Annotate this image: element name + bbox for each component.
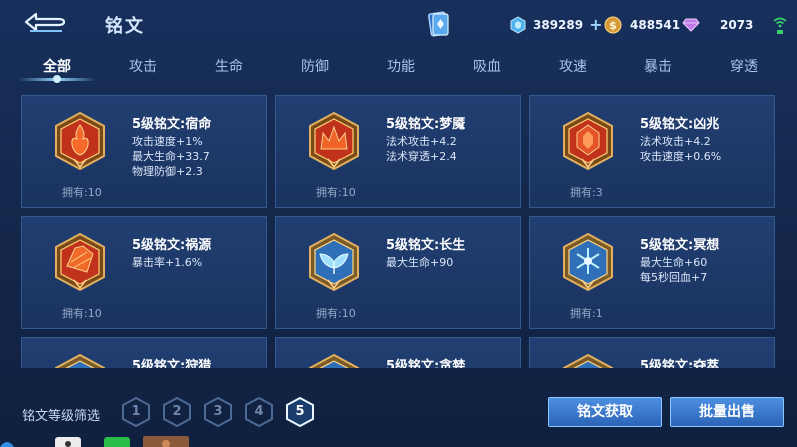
red-gem-emblem-icon (563, 111, 613, 171)
wifi-signal-icon (773, 17, 787, 34)
tab-health[interactable]: 生命 (215, 56, 243, 76)
top-bar: 铭文 389289 + $ 488541 2073 (0, 0, 797, 48)
inscription-name: 5级铭文:祸源 (132, 238, 212, 253)
attribute-line: 攻击速度+0.6% (640, 150, 722, 163)
level-filter-3[interactable]: 3 (203, 396, 233, 428)
tab-critical[interactable]: 暴击 (644, 56, 672, 76)
owned-count: 拥有:3 (570, 186, 603, 199)
tab-attack-speed[interactable]: 攻速 (559, 56, 587, 76)
page-title: 铭文 (105, 16, 145, 37)
tab-utility[interactable]: 功能 (387, 56, 415, 76)
svg-text:$: $ (609, 19, 617, 32)
attribute-line: 最大生命+60 (640, 256, 708, 269)
diamond-currency: 2073 (682, 14, 753, 36)
attribute-line: 法术攻击+4.2 (640, 135, 711, 148)
inscription-name: 5级铭文:梦魇 (386, 117, 466, 132)
owned-count: 拥有:10 (62, 186, 102, 199)
inscription-attributes: 攻击速度+1% 最大生命+33.7 物理防御+2.3 (132, 134, 210, 179)
gem-amount: 389289 (533, 18, 584, 32)
level-filter-5[interactable]: 5 (285, 396, 315, 428)
red-crown-emblem-icon (309, 111, 359, 171)
gold-coin-icon: $ (604, 16, 622, 34)
inscription-name: 5级铭文:狩猎 (132, 359, 212, 368)
app-shortcut-icon[interactable] (104, 437, 130, 447)
category-tabs: 全部 攻击 生命 防御 功能 吸血 攻速 暴击 穿透 (0, 50, 797, 80)
get-inscription-button[interactable]: 铭文获取 (548, 397, 662, 427)
level-filter-1[interactable]: 1 (121, 396, 151, 428)
inscription-attributes: 最大生命+90 (386, 255, 453, 270)
diamond-amount: 2073 (720, 18, 754, 32)
owned-count: 拥有:1 (570, 307, 603, 320)
inscription-attributes: 暴击率+1.6% (132, 255, 202, 270)
owned-count: 拥有:10 (316, 186, 356, 199)
blue-gem-icon (510, 16, 526, 34)
inscription-grid[interactable]: 5级铭文:宿命 攻击速度+1% 最大生命+33.7 物理防御+2.3 拥有:10… (0, 90, 797, 368)
inscription-card[interactable]: 5级铭文:狩猎 (21, 337, 267, 368)
level-number: 4 (254, 404, 264, 419)
inscription-attributes: 法术攻击+4.2 攻击速度+0.6% (640, 134, 721, 164)
level-number: 3 (213, 404, 223, 419)
inscription-card[interactable]: 5级铭文:夺萃 (529, 337, 775, 368)
inscription-name: 5级铭文:凶兆 (640, 117, 720, 132)
red-fan-emblem-icon (55, 232, 105, 292)
blue-wings-emblem-icon (309, 232, 359, 292)
back-arrow-icon[interactable] (22, 10, 68, 34)
gold-currency: $ 488541 (604, 14, 680, 36)
emblem-icon (55, 353, 105, 368)
inscription-card[interactable]: 5级铭文:贪婪 (275, 337, 521, 368)
inscription-name: 5级铭文:长生 (386, 238, 466, 253)
app-shortcut-icon[interactable] (0, 439, 14, 447)
tab-all[interactable]: 全部 (43, 56, 71, 76)
blue-snowflake-emblem-icon (563, 232, 613, 292)
gold-amount: 488541 (630, 18, 681, 32)
level-filter-label: 铭文等级筛选 (22, 409, 101, 424)
bulk-sell-button[interactable]: 批量出售 (670, 397, 784, 427)
attribute-line: 法术攻击+4.2 (386, 135, 457, 148)
inscription-card[interactable]: 5级铭文:冥想 最大生命+60 每5秒回血+7 拥有:1 (529, 216, 775, 329)
active-tab-indicator-dot (53, 75, 61, 83)
inscription-card[interactable]: 5级铭文:梦魇 法术攻击+4.2 法术穿透+2.4 拥有:10 (275, 95, 521, 208)
purple-diamond-icon (682, 18, 700, 32)
inscription-name: 5级铭文:夺萃 (640, 359, 720, 368)
inscription-card[interactable]: 5级铭文:宿命 攻击速度+1% 最大生命+33.7 物理防御+2.3 拥有:10 (21, 95, 267, 208)
inscription-attributes: 最大生命+60 每5秒回血+7 (640, 255, 707, 285)
attribute-line: 暴击率+1.6% (132, 256, 203, 269)
inscription-card[interactable]: 5级铭文:凶兆 法术攻击+4.2 攻击速度+0.6% 拥有:3 (529, 95, 775, 208)
attribute-line: 攻击速度+1% (132, 135, 203, 148)
overlay-app-strip (0, 433, 797, 447)
inscription-deck-icon[interactable] (428, 10, 450, 38)
attribute-line: 最大生命+33.7 (132, 150, 210, 163)
gem-currency: 389289 + (510, 14, 603, 36)
inscription-name: 5级铭文:贪婪 (386, 359, 466, 368)
level-filter-2[interactable]: 2 (162, 396, 192, 428)
attribute-line: 每5秒回血+7 (640, 271, 708, 284)
emblem-icon (563, 353, 613, 368)
attribute-line: 最大生命+90 (386, 256, 454, 269)
level-number: 2 (172, 404, 182, 419)
level-number: 5 (295, 404, 305, 419)
add-gems-button[interactable]: + (589, 17, 602, 33)
emblem-icon (309, 353, 359, 368)
tab-penetration[interactable]: 穿透 (730, 56, 758, 76)
inscription-attributes: 法术攻击+4.2 法术穿透+2.4 (386, 134, 457, 164)
app-shortcut-icon[interactable] (55, 437, 81, 447)
inscription-card[interactable]: 5级铭文:长生 最大生命+90 拥有:10 (275, 216, 521, 329)
red-flame-emblem-icon (55, 111, 105, 171)
inscription-card[interactable]: 5级铭文:祸源 暴击率+1.6% 拥有:10 (21, 216, 267, 329)
level-number: 1 (131, 404, 141, 419)
inscription-name: 5级铭文:宿命 (132, 117, 212, 132)
level-filter-4[interactable]: 4 (244, 396, 274, 428)
inscription-name: 5级铭文:冥想 (640, 238, 720, 253)
attribute-line: 法术穿透+2.4 (386, 150, 457, 163)
tab-defense[interactable]: 防御 (301, 56, 329, 76)
app-shortcut-icon[interactable] (143, 436, 189, 447)
owned-count: 拥有:10 (62, 307, 102, 320)
tab-attack[interactable]: 攻击 (129, 56, 157, 76)
tab-lifesteal[interactable]: 吸血 (473, 56, 501, 76)
attribute-line: 物理防御+2.3 (132, 165, 203, 178)
owned-count: 拥有:10 (316, 307, 356, 320)
